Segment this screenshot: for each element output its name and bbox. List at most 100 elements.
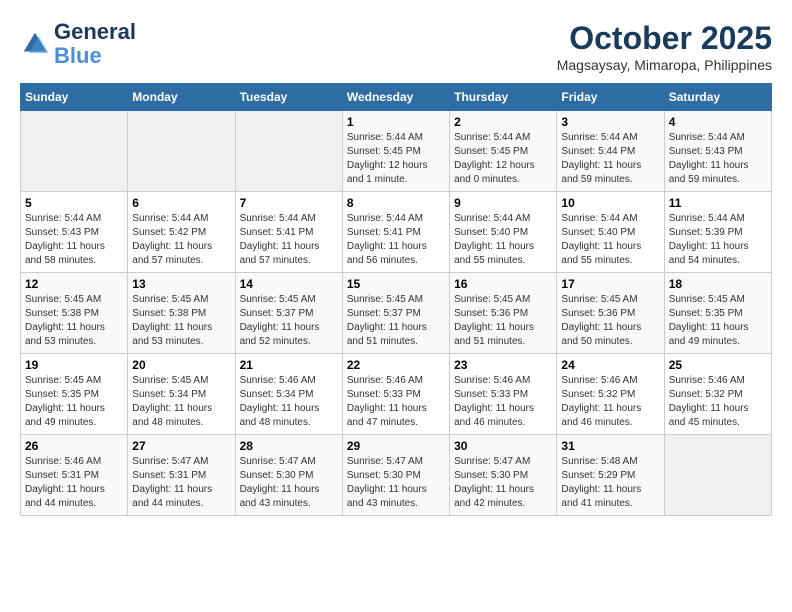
- week-row-1: 1 Sunrise: 5:44 AM Sunset: 5:45 PM Daylig…: [21, 111, 772, 192]
- day-cell: 2Sunrise: 5:44 AM Sunset: 5:45 PM Daylig…: [450, 111, 557, 192]
- day-cell: 21 Sunrise: 5:46 AM Sunset: 5:34 PM Dayli…: [235, 354, 342, 435]
- day-cell: 23 Sunrise: 5:46 AM Sunset: 5:33 PM Dayli…: [450, 354, 557, 435]
- day-cell: 22Sunrise: 5:46 AM Sunset: 5:33 PM Dayli…: [342, 354, 449, 435]
- day-number: 10: [561, 196, 659, 210]
- day-number: 20: [132, 358, 230, 372]
- day-info: Sunrise: 5:44 AM Sunset: 5:40 PM Dayligh…: [561, 212, 659, 268]
- day-cell: 25 Sunrise: 5:46 AM Sunset: 5:32 PM Dayli…: [664, 354, 771, 435]
- day-cell: [235, 111, 342, 192]
- day-cell: 29 Sunrise: 5:47 AM Sunset: 5:30 PM Dayli…: [342, 435, 449, 516]
- day-cell: 5 Sunrise: 5:44 AM Sunset: 5:43 PM Daylig…: [21, 192, 128, 273]
- day-cell: 7 Sunrise: 5:44 AM Sunset: 5:41 PM Daylig…: [235, 192, 342, 273]
- day-number: 12: [25, 277, 123, 291]
- location-subtitle: Magsaysay, Mimaropa, Philippines: [557, 57, 772, 73]
- day-info: Sunrise: 5:47 AM Sunset: 5:30 PM Dayligh…: [454, 455, 552, 511]
- day-cell: 9 Sunrise: 5:44 AM Sunset: 5:40 PM Daylig…: [450, 192, 557, 273]
- day-cell: 17Sunrise: 5:45 AM Sunset: 5:36 PM Dayli…: [557, 273, 664, 354]
- day-info: Sunrise: 5:44 AM Sunset: 5:40 PM Dayligh…: [454, 212, 552, 268]
- day-info: Sunrise: 5:45 AM Sunset: 5:34 PM Dayligh…: [132, 374, 230, 430]
- day-info: Sunrise: 5:47 AM Sunset: 5:30 PM Dayligh…: [347, 455, 445, 511]
- day-info: Sunrise: 5:45 AM Sunset: 5:35 PM Dayligh…: [25, 374, 123, 430]
- day-info: Sunrise: 5:45 AM Sunset: 5:37 PM Dayligh…: [347, 293, 445, 349]
- calendar-header: SundayMondayTuesdayWednesdayThursdayFrid…: [21, 84, 772, 111]
- day-info: Sunrise: 5:44 AM Sunset: 5:45 PM Dayligh…: [347, 131, 445, 187]
- day-info: Sunrise: 5:44 AM Sunset: 5:42 PM Dayligh…: [132, 212, 230, 268]
- day-cell: 13Sunrise: 5:45 AM Sunset: 5:38 PM Dayli…: [128, 273, 235, 354]
- day-cell: 27 Sunrise: 5:47 AM Sunset: 5:31 PM Dayli…: [128, 435, 235, 516]
- day-cell: 15 Sunrise: 5:45 AM Sunset: 5:37 PM Dayli…: [342, 273, 449, 354]
- week-row-3: 12 Sunrise: 5:45 AM Sunset: 5:38 PM Dayli…: [21, 273, 772, 354]
- day-info: Sunrise: 5:45 AM Sunset: 5:38 PM Dayligh…: [25, 293, 123, 349]
- day-number: 27: [132, 439, 230, 453]
- day-number: 19: [25, 358, 123, 372]
- day-number: 17: [561, 277, 659, 291]
- day-number: 5: [25, 196, 123, 210]
- day-info: Sunrise: 5:46 AM Sunset: 5:33 PM Dayligh…: [454, 374, 552, 430]
- day-number: 9: [454, 196, 552, 210]
- day-number: 30: [454, 439, 552, 453]
- day-number: 25: [669, 358, 767, 372]
- page-header: General Blue October 2025 Magsaysay, Mim…: [20, 20, 772, 73]
- day-info: Sunrise: 5:47 AM Sunset: 5:30 PM Dayligh…: [240, 455, 338, 511]
- day-number: 28: [240, 439, 338, 453]
- day-info: Sunrise: 5:45 AM Sunset: 5:37 PM Dayligh…: [240, 293, 338, 349]
- day-cell: 4 Sunrise: 5:44 AM Sunset: 5:43 PM Daylig…: [664, 111, 771, 192]
- logo: General Blue: [20, 20, 136, 68]
- day-number: 31: [561, 439, 659, 453]
- day-info: Sunrise: 5:45 AM Sunset: 5:36 PM Dayligh…: [454, 293, 552, 349]
- day-cell: [128, 111, 235, 192]
- day-cell: 14Sunrise: 5:45 AM Sunset: 5:37 PM Dayli…: [235, 273, 342, 354]
- header-cell-monday: Monday: [128, 84, 235, 111]
- calendar-body: 1 Sunrise: 5:44 AM Sunset: 5:45 PM Daylig…: [21, 111, 772, 516]
- day-info: Sunrise: 5:44 AM Sunset: 5:41 PM Dayligh…: [240, 212, 338, 268]
- header-cell-thursday: Thursday: [450, 84, 557, 111]
- calendar-table: SundayMondayTuesdayWednesdayThursdayFrid…: [20, 83, 772, 516]
- day-cell: 6Sunrise: 5:44 AM Sunset: 5:42 PM Daylig…: [128, 192, 235, 273]
- day-info: Sunrise: 5:46 AM Sunset: 5:31 PM Dayligh…: [25, 455, 123, 511]
- day-cell: 12 Sunrise: 5:45 AM Sunset: 5:38 PM Dayli…: [21, 273, 128, 354]
- week-row-2: 5 Sunrise: 5:44 AM Sunset: 5:43 PM Daylig…: [21, 192, 772, 273]
- day-info: Sunrise: 5:44 AM Sunset: 5:45 PM Dayligh…: [454, 131, 552, 187]
- day-number: 13: [132, 277, 230, 291]
- day-number: 22: [347, 358, 445, 372]
- header-cell-friday: Friday: [557, 84, 664, 111]
- day-number: 7: [240, 196, 338, 210]
- day-cell: [21, 111, 128, 192]
- day-info: Sunrise: 5:44 AM Sunset: 5:41 PM Dayligh…: [347, 212, 445, 268]
- day-number: 23: [454, 358, 552, 372]
- day-number: 1: [347, 115, 445, 129]
- day-info: Sunrise: 5:46 AM Sunset: 5:32 PM Dayligh…: [561, 374, 659, 430]
- day-info: Sunrise: 5:44 AM Sunset: 5:39 PM Dayligh…: [669, 212, 767, 268]
- day-info: Sunrise: 5:48 AM Sunset: 5:29 PM Dayligh…: [561, 455, 659, 511]
- day-info: Sunrise: 5:45 AM Sunset: 5:35 PM Dayligh…: [669, 293, 767, 349]
- day-number: 21: [240, 358, 338, 372]
- day-number: 4: [669, 115, 767, 129]
- day-number: 29: [347, 439, 445, 453]
- day-cell: 10 Sunrise: 5:44 AM Sunset: 5:40 PM Dayli…: [557, 192, 664, 273]
- day-cell: 18Sunrise: 5:45 AM Sunset: 5:35 PM Dayli…: [664, 273, 771, 354]
- day-number: 3: [561, 115, 659, 129]
- day-info: Sunrise: 5:47 AM Sunset: 5:31 PM Dayligh…: [132, 455, 230, 511]
- day-number: 24: [561, 358, 659, 372]
- header-cell-tuesday: Tuesday: [235, 84, 342, 111]
- logo-text: General Blue: [54, 20, 136, 68]
- day-info: Sunrise: 5:44 AM Sunset: 5:43 PM Dayligh…: [669, 131, 767, 187]
- day-info: Sunrise: 5:44 AM Sunset: 5:43 PM Dayligh…: [25, 212, 123, 268]
- day-info: Sunrise: 5:46 AM Sunset: 5:34 PM Dayligh…: [240, 374, 338, 430]
- day-cell: 19 Sunrise: 5:45 AM Sunset: 5:35 PM Dayli…: [21, 354, 128, 435]
- day-number: 15: [347, 277, 445, 291]
- day-info: Sunrise: 5:44 AM Sunset: 5:44 PM Dayligh…: [561, 131, 659, 187]
- day-cell: 30 Sunrise: 5:47 AM Sunset: 5:30 PM Dayli…: [450, 435, 557, 516]
- header-cell-wednesday: Wednesday: [342, 84, 449, 111]
- day-cell: 1 Sunrise: 5:44 AM Sunset: 5:45 PM Daylig…: [342, 111, 449, 192]
- logo-line2: Blue: [54, 44, 136, 68]
- day-cell: [664, 435, 771, 516]
- day-info: Sunrise: 5:46 AM Sunset: 5:32 PM Dayligh…: [669, 374, 767, 430]
- day-cell: 31 Sunrise: 5:48 AM Sunset: 5:29 PM Dayli…: [557, 435, 664, 516]
- day-cell: 26Sunrise: 5:46 AM Sunset: 5:31 PM Dayli…: [21, 435, 128, 516]
- month-title: October 2025: [557, 20, 772, 57]
- day-cell: 20 Sunrise: 5:45 AM Sunset: 5:34 PM Dayli…: [128, 354, 235, 435]
- day-number: 16: [454, 277, 552, 291]
- day-cell: 16 Sunrise: 5:45 AM Sunset: 5:36 PM Dayli…: [450, 273, 557, 354]
- day-number: 8: [347, 196, 445, 210]
